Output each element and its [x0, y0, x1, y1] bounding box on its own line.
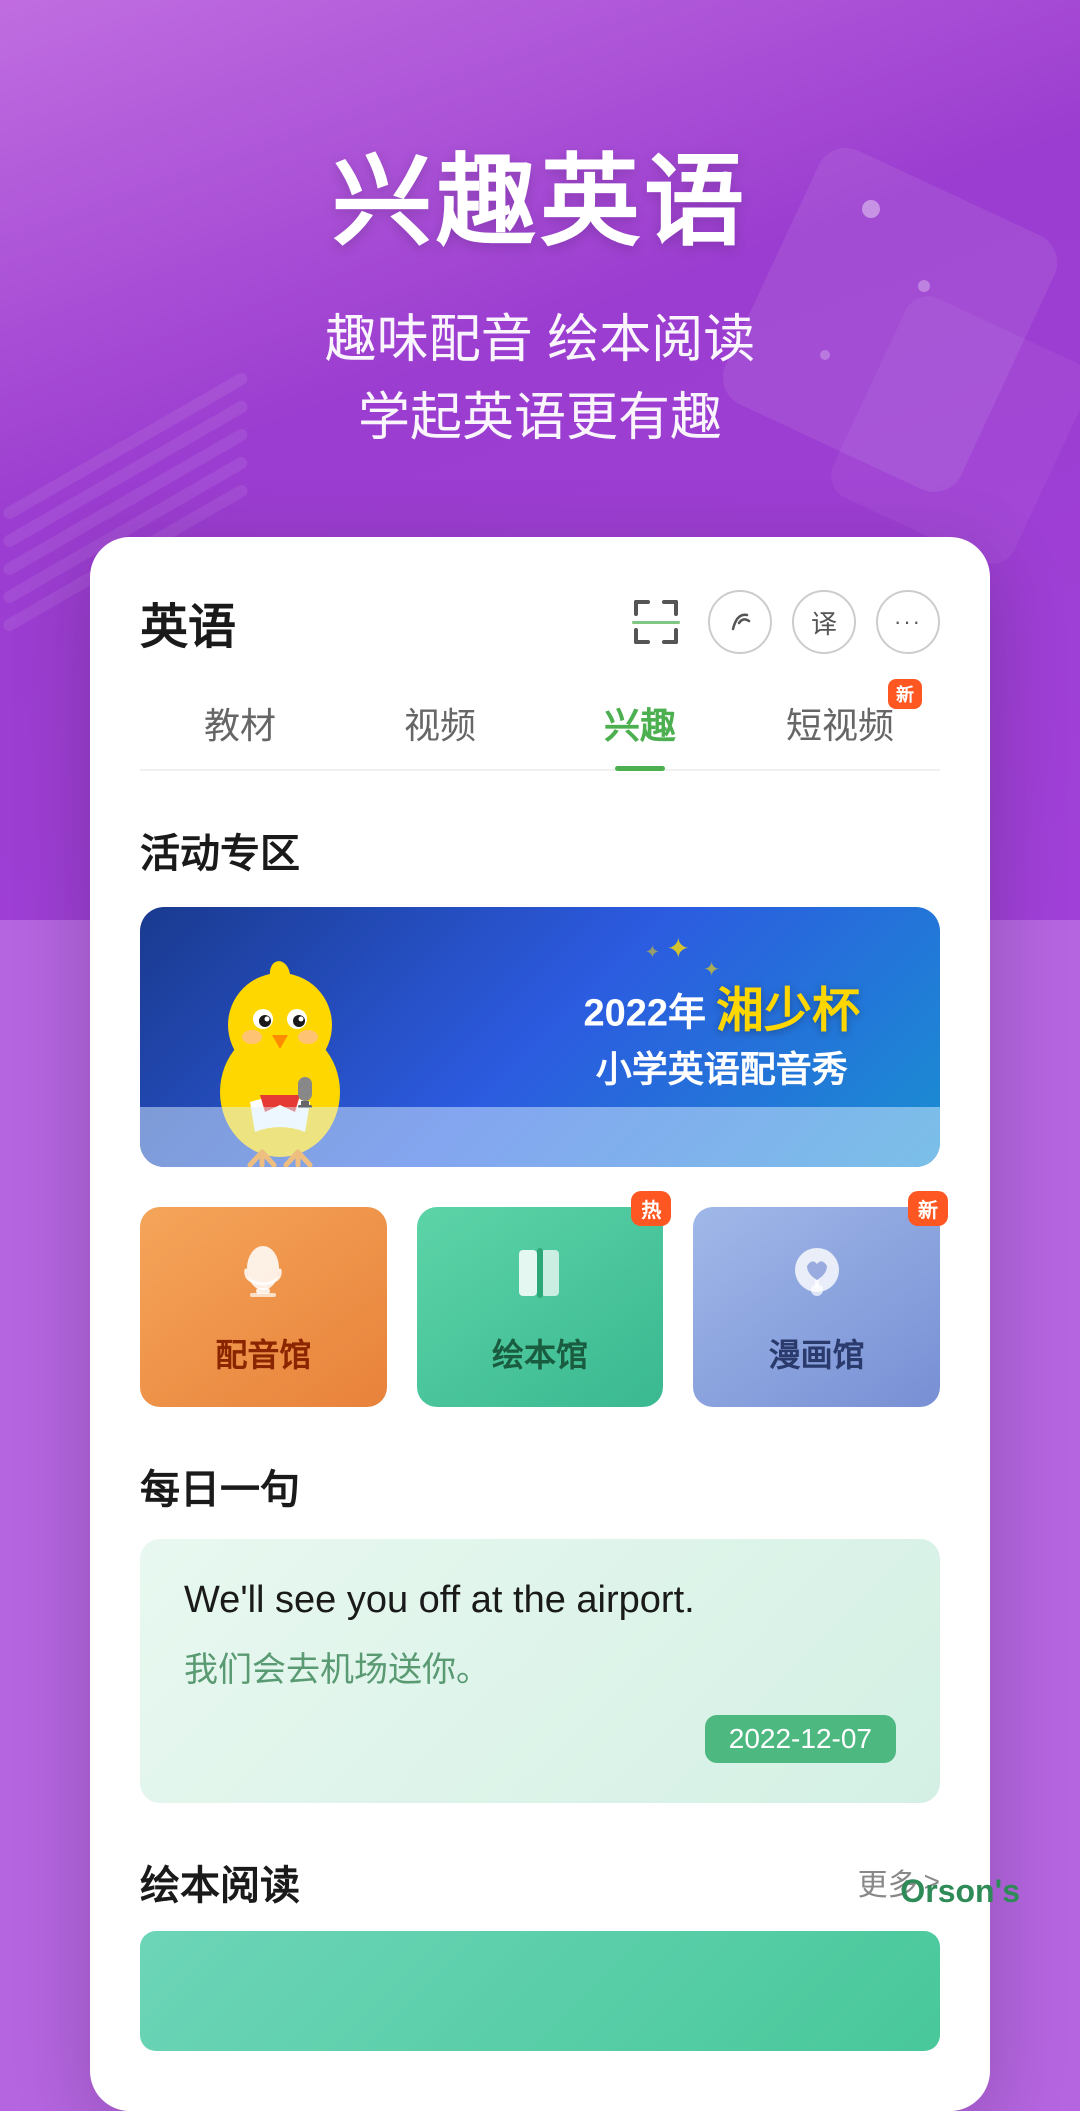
manga-icon: [782, 1238, 852, 1322]
banner-title-line1: 湘少杯: [716, 982, 860, 1040]
manga-label: 漫画馆: [769, 1330, 865, 1376]
daily-title: 每日一句: [140, 1457, 940, 1515]
feature-card-manga[interactable]: 新 漫画馆: [693, 1207, 940, 1407]
sparkle-deco: ✦: [667, 932, 690, 965]
tab-video[interactable]: 视频: [340, 697, 540, 769]
tab-interest[interactable]: 兴趣: [540, 697, 740, 769]
picture-label: 绘本馆: [492, 1330, 588, 1376]
hero-subtitle-line1: 趣味配音 绘本阅读: [325, 311, 755, 369]
feature-card-picture[interactable]: 热 绘本馆: [417, 1207, 664, 1407]
dubbing-icon: [228, 1238, 298, 1322]
hero-title: 兴趣英语: [325, 120, 755, 265]
sign-icon[interactable]: [708, 590, 772, 654]
picture-icon: [505, 1238, 575, 1322]
daily-date: 2022-12-07: [705, 1715, 896, 1763]
card-icons: 译 ···: [624, 590, 940, 654]
dubbing-label: 配音馆: [215, 1330, 311, 1376]
features-row: 配音馆 热 绘本馆: [140, 1207, 940, 1407]
feature-card-dubbing[interactable]: 配音馆: [140, 1207, 387, 1407]
hero-subtitle-line2: 学起英语更有趣: [358, 389, 722, 447]
banner-title-line2: 小学英语配音秀: [583, 1041, 860, 1093]
manga-badge: 新: [908, 1191, 948, 1226]
banner-year: 2022年: [583, 982, 706, 1037]
translate-icon[interactable]: 译: [792, 590, 856, 654]
tab-bar: 教材 视频 兴趣 短视频 新: [140, 697, 940, 771]
activity-title: 活动专区: [140, 821, 940, 879]
activity-banner[interactable]: 2022年 湘少杯 小学英语配音秀 ✦ ✦ ✦: [140, 907, 940, 1167]
hero-section: 兴趣英语 趣味配音 绘本阅读 学起英语更有趣: [325, 0, 755, 457]
reading-title: 绘本阅读: [140, 1853, 300, 1911]
card-header: 英语: [140, 587, 940, 657]
book-preview[interactable]: [140, 1931, 940, 2051]
more-icon[interactable]: ···: [876, 590, 940, 654]
short-video-badge: 新: [888, 679, 922, 709]
banner-text: 2022年 湘少杯 小学英语配音秀: [583, 982, 860, 1093]
card-title: 英语: [140, 587, 236, 657]
daily-chinese: 我们会去机场送你。: [184, 1642, 896, 1691]
daily-english: We'll see you off at the airport.: [184, 1579, 896, 1622]
hero-subtitle: 趣味配音 绘本阅读 学起英语更有趣: [325, 301, 755, 457]
scan-icon[interactable]: [624, 590, 688, 654]
banner-snow: [140, 1107, 940, 1167]
daily-card[interactable]: We'll see you off at the airport. 我们会去机场…: [140, 1539, 940, 1803]
tab-short-video[interactable]: 短视频 新: [740, 697, 940, 769]
picture-badge: 热: [631, 1191, 671, 1226]
app-card: 英语: [90, 537, 990, 2111]
tab-textbook[interactable]: 教材: [140, 697, 340, 769]
reading-header: 绘本阅读 更多 >: [140, 1853, 940, 1911]
watermark: Orson's: [900, 1873, 1020, 1920]
